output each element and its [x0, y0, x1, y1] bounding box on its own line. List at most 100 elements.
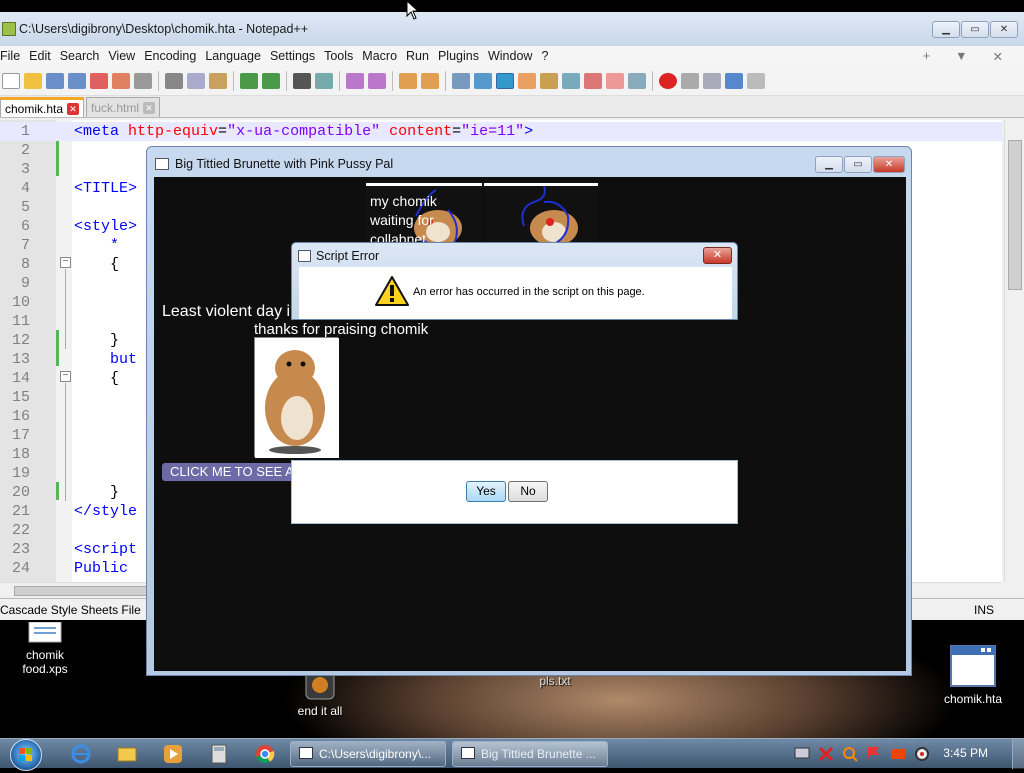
menu-macro[interactable]: Macro — [362, 49, 406, 63]
code-text: but — [74, 351, 138, 368]
maximize-button[interactable]: ▭ — [844, 155, 872, 173]
close-button[interactable]: ✕ — [703, 247, 732, 264]
desktop-icon-pls-txt[interactable]: pls.txt — [510, 674, 600, 688]
menu-view[interactable]: View — [108, 49, 144, 63]
open-file-icon[interactable] — [24, 72, 42, 89]
no-button[interactable]: No — [508, 481, 548, 502]
notification-icon[interactable] — [890, 746, 906, 762]
show-desktop-button[interactable] — [1012, 739, 1024, 769]
menu-help[interactable]: ? — [541, 49, 557, 63]
new-tab-button[interactable]: + — [923, 49, 939, 64]
menu-settings[interactable]: Settings — [270, 49, 324, 63]
desktop-icon-end-it-all[interactable]: end it all — [275, 670, 365, 718]
find-icon[interactable] — [293, 72, 311, 89]
sync-vertical-icon[interactable] — [399, 72, 417, 89]
toolbar-separator — [339, 70, 340, 91]
paste-icon[interactable] — [209, 72, 227, 89]
script-error-dialog[interactable]: Script Error ✕ An error has occurred in … — [291, 242, 738, 524]
user-language-icon[interactable] — [518, 72, 536, 89]
title-bar[interactable]: Big Tittied Brunette with Pink Pussy Pal… — [147, 147, 911, 181]
play-macro-icon[interactable] — [703, 72, 721, 89]
title-bar[interactable]: C:\Users\digibrony\Desktop\chomik.hta - … — [0, 12, 1024, 46]
line-number: 10 — [11, 294, 30, 311]
search-icon[interactable] — [842, 746, 858, 762]
volume-icon[interactable] — [914, 746, 930, 762]
notepadpp-icon — [299, 747, 313, 759]
calculator-icon[interactable] — [208, 743, 230, 765]
save-all-icon[interactable] — [68, 72, 86, 89]
menu-edit[interactable]: Edit — [29, 49, 60, 63]
tab-chomik-hta[interactable]: chomik.hta ✕ — [0, 97, 85, 117]
file-explorer-icon[interactable] — [116, 743, 138, 765]
monitoring-icon[interactable] — [628, 72, 646, 89]
error-message: An error has occurred in the script on t… — [413, 286, 645, 298]
word-wrap-icon[interactable] — [452, 72, 470, 89]
desktop-icon-chomik-hta[interactable]: chomik.hta — [928, 644, 1018, 706]
line-number: 13 — [11, 351, 30, 368]
show-all-characters-icon[interactable] — [474, 72, 492, 89]
dialog-header[interactable]: Script Error ✕ An error has occurred in … — [291, 242, 738, 320]
network-icon[interactable] — [794, 746, 810, 762]
yes-button[interactable]: Yes — [466, 481, 506, 502]
menu-language[interactable]: Language — [205, 49, 270, 63]
menu-file[interactable]: File — [0, 49, 29, 63]
copy-icon[interactable] — [187, 72, 205, 89]
menu-plugins[interactable]: Plugins — [438, 49, 488, 63]
menu-run[interactable]: Run — [406, 49, 438, 63]
scrollbar-thumb[interactable] — [1008, 140, 1022, 290]
save-icon[interactable] — [46, 72, 64, 89]
close-icon[interactable]: ✕ — [67, 102, 80, 115]
close-all-icon[interactable] — [112, 72, 130, 89]
start-button[interactable] — [10, 739, 42, 771]
taskbar-notepadpp[interactable]: C:\Users\digibrony\... — [290, 741, 446, 767]
redo-icon[interactable] — [262, 72, 280, 89]
scrollbar-thumb[interactable] — [14, 586, 150, 596]
toolbar — [0, 66, 1024, 96]
play-multiple-icon[interactable] — [725, 72, 743, 89]
flag-icon[interactable] — [866, 746, 882, 762]
code-text: * — [74, 237, 120, 254]
chrome-icon[interactable] — [254, 743, 276, 765]
folder-workspace-icon[interactable] — [584, 72, 602, 89]
tab-list-button[interactable]: ▼ — [955, 49, 976, 64]
close-icon[interactable]: ✕ — [143, 101, 156, 114]
close-file-icon[interactable] — [90, 72, 108, 89]
minimize-button[interactable]: ▁ — [815, 155, 843, 173]
maximize-button[interactable]: ▭ — [961, 20, 989, 38]
dialog-title: Script Error — [316, 249, 380, 263]
vertical-scrollbar[interactable] — [1004, 120, 1024, 582]
folder-icon[interactable] — [606, 72, 624, 89]
menu-encoding[interactable]: Encoding — [144, 49, 205, 63]
new-file-icon[interactable] — [2, 72, 20, 89]
close-button[interactable]: ✕ — [873, 155, 905, 173]
sync-horizontal-icon[interactable] — [421, 72, 439, 89]
clock[interactable]: 3:45 PM — [943, 746, 988, 760]
zoom-out-icon[interactable] — [368, 72, 386, 89]
internet-explorer-icon[interactable] — [70, 743, 92, 765]
cut-icon[interactable] — [165, 72, 183, 89]
menu-search[interactable]: Search — [60, 49, 109, 63]
function-list-icon[interactable] — [562, 72, 580, 89]
close-button[interactable]: ✕ — [990, 20, 1018, 38]
tab-fuck-html[interactable]: fuck.html ✕ — [86, 97, 161, 117]
zoom-in-icon[interactable] — [346, 72, 364, 89]
indent-guide-icon[interactable] — [496, 72, 514, 89]
record-macro-icon[interactable] — [659, 72, 677, 89]
taskbar-hta[interactable]: Big Tittied Brunette ... — [452, 741, 608, 767]
replace-icon[interactable] — [315, 72, 333, 89]
close-tab-button[interactable]: ✕ — [993, 49, 1012, 64]
print-icon[interactable] — [134, 72, 152, 89]
code-text: Public — [74, 560, 129, 577]
line-number: 16 — [11, 408, 30, 425]
toolbar-separator — [286, 70, 287, 91]
menu-window[interactable]: Window — [488, 49, 541, 63]
save-macro-icon[interactable] — [747, 72, 765, 89]
document-map-icon[interactable] — [540, 72, 558, 89]
minimize-button[interactable]: ▁ — [932, 20, 960, 38]
media-player-icon[interactable] — [162, 743, 184, 765]
security-icon[interactable] — [818, 746, 834, 762]
desktop-icon-chomik-food[interactable]: chomik food.xps — [0, 622, 90, 676]
menu-tools[interactable]: Tools — [324, 49, 362, 63]
stop-macro-icon[interactable] — [681, 72, 699, 89]
undo-icon[interactable] — [240, 72, 258, 89]
